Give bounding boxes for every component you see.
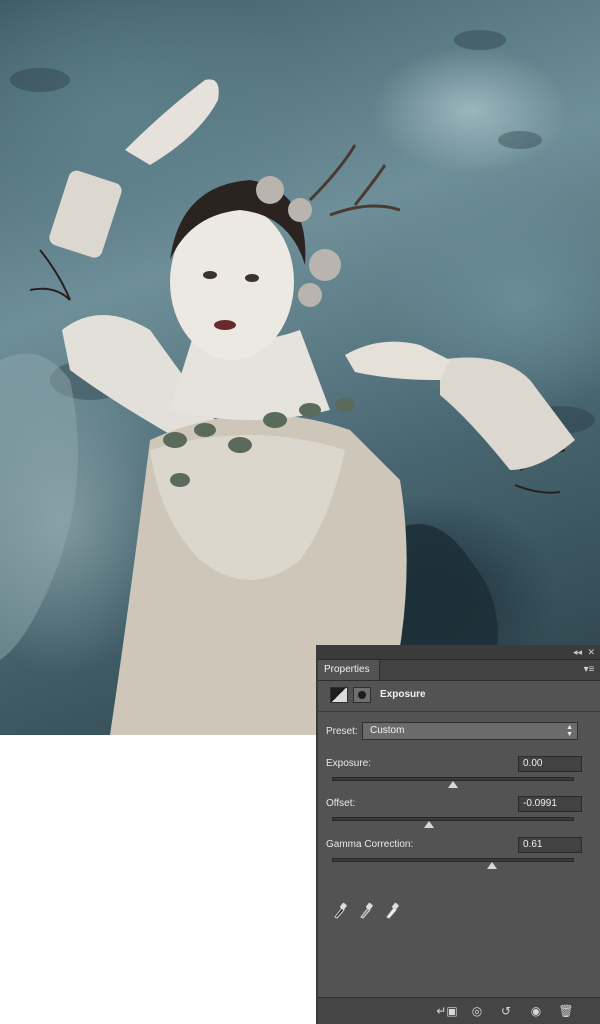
properties-panel: ◂◂ ✕ Properties ▾≡ Exposure Preset: Cust… [316,645,600,1024]
offset-label: Offset: [326,798,356,809]
adjustment-title: Exposure [380,689,426,700]
gamma-correction-label: Gamma Correction: [326,839,414,850]
offset-slider-thumb[interactable] [423,821,434,828]
panel-title-strip: ◂◂ ✕ [318,645,600,660]
gray-point-eyedropper-icon[interactable] [358,901,374,919]
preset-value: Custom [370,725,405,736]
eyedropper-group [332,901,422,919]
exposure-label: Exposure: [326,758,372,769]
layer-mask-icon[interactable] [353,687,371,703]
clip-to-layer-icon[interactable]: ↵▣ [436,1002,458,1020]
collapse-panel-icon[interactable]: ◂◂ [573,646,582,658]
exposure-adjustment-icon[interactable] [330,687,348,703]
exposure-input[interactable]: 0.00 [518,756,582,772]
adjustment-header: Exposure [318,681,600,712]
photo-illustration [0,30,595,735]
canvas-image[interactable] [0,0,600,735]
white-point-eyedropper-icon[interactable] [384,901,400,919]
exposure-slider-thumb[interactable] [448,781,458,788]
panel-menu-icon[interactable]: ▾≡ [582,664,596,675]
panel-tabbar: Properties ▾≡ [318,660,600,681]
canvas-background [0,735,318,1024]
preset-row: Preset: Custom ▲ ▼ [326,722,586,742]
gamma-slider-thumb[interactable] [486,862,497,869]
offset-slider-track[interactable] [332,817,574,821]
black-point-eyedropper-icon[interactable] [332,901,348,919]
gamma-field-row: Gamma Correction: 0.61 [326,837,582,877]
view-previous-state-icon[interactable]: ◎ [466,1002,488,1020]
reset-icon[interactable]: ↺ [495,1002,517,1020]
preset-dropdown[interactable]: Custom ▲ ▼ [362,722,578,740]
offset-field-row: Offset: -0.0991 [326,796,582,836]
offset-input[interactable]: -0.0991 [518,796,582,812]
preset-label: Preset: [326,726,358,737]
tab-properties[interactable]: Properties [318,660,380,680]
gamma-slider-track[interactable] [332,858,574,862]
close-panel-icon[interactable]: ✕ [587,646,595,658]
dropdown-arrows-icon: ▲ ▼ [566,724,573,738]
gamma-correction-input[interactable]: 0.61 [518,837,582,853]
trash-icon[interactable]: 🗑 [555,1002,577,1020]
panel-bottom-bar: ↵▣ ◎ ↺ ◉ 🗑 [318,997,600,1024]
exposure-field-row: Exposure: 0.00 [326,756,582,796]
visibility-icon[interactable]: ◉ [525,1002,547,1020]
